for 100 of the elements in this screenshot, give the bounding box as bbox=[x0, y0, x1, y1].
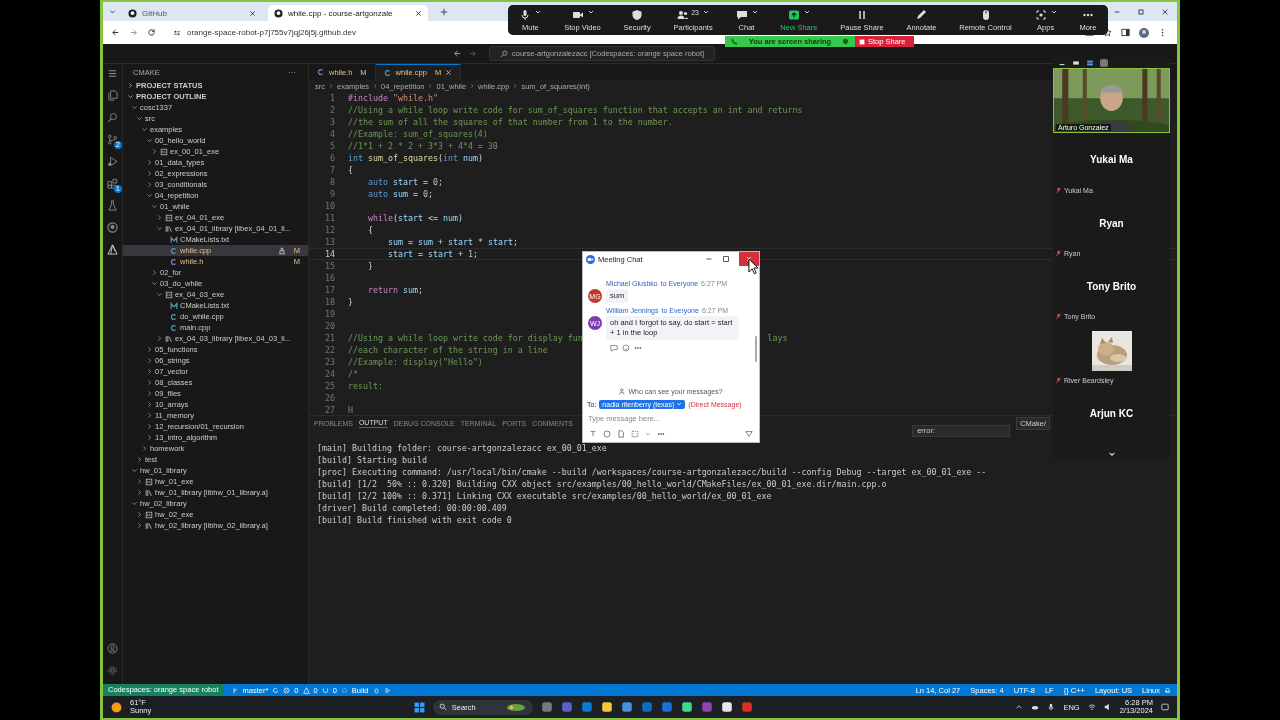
forward-icon[interactable] bbox=[129, 28, 138, 37]
source-control-icon[interactable] bbox=[107, 134, 118, 145]
code-token: { bbox=[348, 165, 353, 175]
emoji-icon[interactable] bbox=[622, 344, 630, 352]
code-token: //Using a while loop write code for display fun bbox=[348, 333, 583, 343]
code-token: ; bbox=[417, 285, 423, 295]
reload-icon[interactable] bbox=[147, 28, 156, 37]
shield-icon bbox=[631, 8, 644, 21]
line-number: 24 bbox=[324, 369, 335, 379]
run-debug-icon[interactable] bbox=[107, 156, 118, 167]
line-number: 12 bbox=[324, 225, 335, 235]
build-action-icon[interactable] bbox=[277, 246, 286, 255]
file-icon[interactable] bbox=[617, 430, 625, 438]
extensions-icon[interactable] bbox=[107, 178, 118, 189]
flask-icon[interactable] bbox=[107, 200, 118, 211]
side-panel-icon[interactable] bbox=[1121, 28, 1130, 37]
site-info-icon bbox=[173, 28, 181, 37]
binary-file-icon bbox=[160, 147, 168, 156]
code-token: /* bbox=[348, 369, 358, 379]
code-token: start bbox=[427, 249, 453, 259]
maximize-icon[interactable] bbox=[722, 255, 730, 263]
account-icon[interactable] bbox=[107, 643, 118, 654]
restore-icon[interactable] bbox=[1137, 7, 1145, 16]
code-token: //Example: sum_of_squares(4) bbox=[348, 129, 488, 139]
back-icon[interactable] bbox=[453, 49, 462, 58]
output-line: [build] Starting build bbox=[317, 454, 427, 466]
code-token: //each character of the string in a line bbox=[348, 345, 548, 355]
code-token: start bbox=[487, 237, 513, 247]
code-token: auto bbox=[366, 177, 388, 187]
browser-tab[interactable]: while.cpp - course-artgonzale bbox=[268, 5, 428, 21]
library-icon bbox=[165, 334, 173, 343]
wifi-icon bbox=[1087, 703, 1096, 711]
profile-avatar-icon[interactable] bbox=[1139, 27, 1149, 38]
address-field[interactable]: orange-space-robot-p7j755v7jqj26j5j.github.dev bbox=[165, 26, 364, 39]
code-token: * bbox=[476, 237, 484, 247]
format-icon[interactable] bbox=[589, 430, 597, 438]
app-icon[interactable] bbox=[720, 701, 733, 713]
github-icon bbox=[274, 8, 283, 18]
code-token: = bbox=[416, 249, 424, 259]
line-number: 27 bbox=[324, 405, 335, 415]
chevron-icon bbox=[469, 83, 476, 89]
binary-file-icon bbox=[165, 290, 173, 299]
code-token: result: bbox=[348, 381, 383, 391]
scrollbar[interactable] bbox=[755, 336, 757, 362]
browser-tab[interactable]: GitHub bbox=[122, 5, 262, 21]
line-number: 11 bbox=[324, 213, 335, 223]
code-token: //Using a while loop write code for sum_of_squares function that accepts an int and returns bbox=[348, 105, 803, 115]
chevron-icon bbox=[328, 83, 334, 89]
close-button[interactable] bbox=[739, 252, 759, 266]
menu-icon[interactable] bbox=[107, 68, 118, 79]
search-icon[interactable] bbox=[107, 112, 118, 123]
code-token: int bbox=[442, 153, 458, 163]
code-token: = bbox=[406, 237, 414, 247]
more-icon[interactable] bbox=[634, 344, 642, 352]
github-icon[interactable] bbox=[107, 222, 118, 233]
strip-view-icon[interactable] bbox=[1086, 58, 1094, 67]
settings-icon[interactable] bbox=[107, 665, 118, 676]
line-number: 8 bbox=[329, 177, 335, 187]
start-icon[interactable] bbox=[413, 701, 425, 713]
app-icon[interactable] bbox=[680, 701, 693, 713]
library-icon bbox=[145, 521, 153, 530]
code-token: <= bbox=[426, 213, 439, 223]
more-icon[interactable] bbox=[657, 430, 665, 438]
close-icon[interactable] bbox=[249, 9, 256, 17]
line-number: 17 bbox=[324, 285, 335, 295]
emoji-icon[interactable] bbox=[603, 430, 611, 438]
line-number: 1 bbox=[329, 93, 335, 103]
code-token: sum bbox=[391, 189, 408, 199]
participant-name: Arjun KC bbox=[1089, 407, 1134, 419]
output-line: [driver] Build completed: 00:00:00.409 bbox=[317, 502, 507, 514]
close-icon[interactable] bbox=[1161, 7, 1169, 16]
search-icon bbox=[438, 703, 447, 711]
code-token: ) bbox=[477, 153, 483, 163]
line-number: 23 bbox=[324, 357, 335, 367]
line-number: 21 bbox=[324, 333, 335, 343]
code-token: + bbox=[436, 237, 444, 247]
tab-search-icon[interactable] bbox=[109, 8, 116, 15]
reply-icon[interactable] bbox=[610, 344, 618, 352]
bell-icon bbox=[1164, 686, 1171, 694]
line-number: 3 bbox=[329, 117, 335, 127]
triangle-icon[interactable] bbox=[107, 244, 118, 255]
back-icon[interactable] bbox=[111, 28, 120, 37]
notification-icon[interactable] bbox=[1161, 703, 1169, 711]
play-icon bbox=[383, 686, 391, 694]
sync-icon bbox=[272, 686, 280, 694]
chevron-icon bbox=[427, 83, 434, 89]
screenshot-icon[interactable] bbox=[631, 430, 639, 438]
cpp-file-icon bbox=[383, 68, 392, 77]
chevron-icon bbox=[372, 83, 379, 89]
close-icon[interactable] bbox=[415, 9, 422, 17]
speaker-view-icon[interactable] bbox=[1072, 58, 1080, 67]
chevron-up-icon[interactable] bbox=[1015, 703, 1024, 711]
files-icon[interactable] bbox=[107, 90, 118, 101]
grid-view-icon[interactable] bbox=[1100, 58, 1108, 67]
new-tab-icon[interactable] bbox=[440, 7, 448, 16]
line-number: 16 bbox=[324, 273, 335, 283]
app-icon[interactable] bbox=[600, 701, 613, 713]
send-icon[interactable] bbox=[745, 430, 753, 438]
line-number: 2 bbox=[329, 105, 335, 115]
line-number: 13 bbox=[324, 237, 335, 247]
